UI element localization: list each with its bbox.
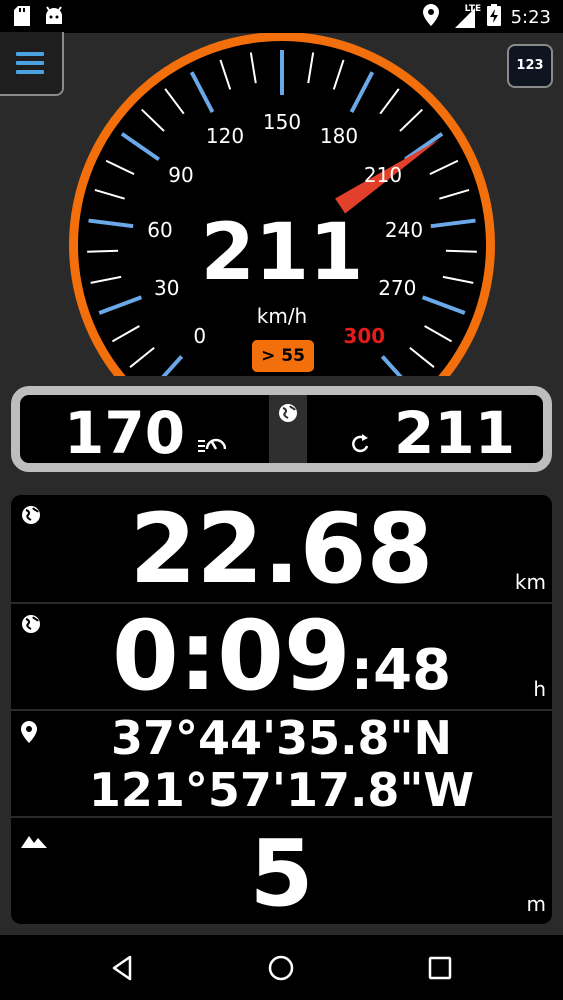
gauge-scale-label: 210 — [363, 162, 403, 187]
android-icon — [44, 6, 64, 30]
network-type-label: LTE — [464, 4, 482, 14]
trip-time-seconds: :48 — [350, 638, 452, 703]
navigation-bar — [0, 935, 563, 1000]
trip-time-display: 0:09:48 — [11, 604, 552, 709]
speed-unit-label: km/h — [256, 304, 308, 328]
average-speed-icon — [198, 431, 227, 459]
minor-tick — [87, 249, 119, 253]
globe-icon — [278, 403, 298, 427]
home-icon[interactable] — [268, 955, 294, 985]
position-panel[interactable]: 37°44'35.8"N 121°57'17.8"W — [11, 711, 552, 816]
clock: 5:23 — [510, 6, 551, 28]
trip-time-unit: h — [533, 677, 546, 701]
distance-value: 22.68 — [129, 493, 434, 605]
current-speed-value: 211 — [200, 208, 364, 298]
max-speed-value: 211 — [394, 399, 516, 467]
gauge-scale-label: 120 — [205, 123, 245, 148]
average-speed-value: 170 — [64, 399, 186, 467]
hamburger-menu-icon — [16, 52, 44, 74]
recents-icon[interactable] — [428, 956, 452, 984]
gauge-scale-label: 180 — [319, 123, 359, 148]
max-speed-icon — [350, 433, 372, 459]
status-bar: LTE 5:23 — [0, 0, 563, 33]
longitude-value: 121°57'17.8"W — [88, 763, 475, 817]
gauge-scale-label: 240 — [384, 217, 424, 242]
altitude-unit: m — [526, 892, 546, 916]
minor-tick — [445, 249, 477, 253]
digital-mode-button[interactable]: 123 — [507, 44, 553, 88]
gauge-scale-label: 90 — [168, 162, 194, 187]
altitude-panel[interactable]: 5 m — [11, 818, 552, 927]
latitude-value: 37°44'35.8"N — [110, 711, 453, 765]
distance-panel[interactable]: 22.68 km — [11, 495, 552, 602]
location-icon — [422, 4, 439, 30]
menu-button[interactable] — [0, 32, 64, 96]
speed-limit-badge[interactable]: > 55 — [252, 340, 314, 372]
gauge-scale-label: 60 — [147, 217, 173, 242]
gauge-scale-label: 300 — [343, 324, 386, 349]
stats-divider — [269, 395, 307, 463]
gauge-scale-label: 150 — [262, 110, 302, 134]
signal-icon: LTE — [449, 4, 481, 28]
trip-time-panel[interactable]: 0:09:48 h — [11, 604, 552, 709]
gauge-scale-label: 30 — [153, 275, 180, 300]
battery-charging-icon — [486, 4, 501, 30]
speed-stats-panel[interactable]: 170 211 — [11, 386, 552, 472]
gauge-scale-label: 270 — [378, 275, 417, 300]
distance-unit: km — [514, 570, 546, 594]
altitude-value: 5 — [249, 820, 314, 927]
gauge-scale-label: 0 — [193, 324, 207, 349]
back-icon[interactable] — [110, 955, 136, 985]
trip-time-main: 0:09 — [111, 600, 351, 712]
sd-card-icon — [14, 6, 30, 30]
